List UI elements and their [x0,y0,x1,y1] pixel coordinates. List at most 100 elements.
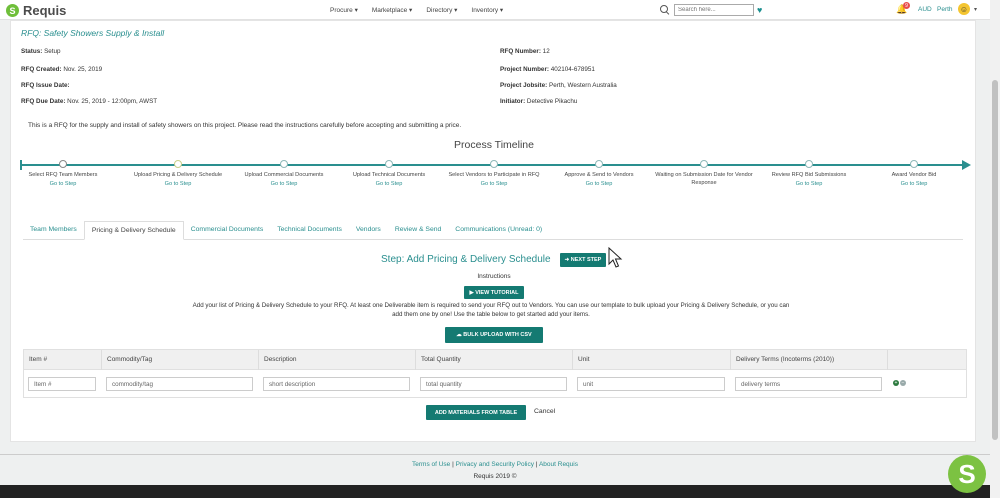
page-scrollbar[interactable] [990,0,1000,498]
go-to-step-link[interactable]: Go to Step [444,181,544,187]
footer-divider [0,454,990,455]
view-tutorial-button[interactable]: ▶ VIEW TUTORIAL [464,286,524,299]
timeline-step-pricing: Upload Pricing & Delivery Schedule Go to… [128,160,228,187]
privacy-link[interactable]: Privacy and Security Policy [456,461,534,468]
bottom-bar [0,485,990,498]
meta-label: RFQ Created: [21,66,62,73]
initiator: Initiator: Detective Pikachu [500,98,577,105]
col-description: Description [259,350,416,370]
search-icon[interactable] [660,5,670,15]
menu-procure[interactable]: Procure ▾ [330,6,358,14]
go-to-step-link[interactable]: Go to Step [549,181,649,187]
step-label: Waiting on Submission Date for Vendor Re… [655,172,753,186]
next-step-button[interactable]: ➜ NEXT STEP [560,253,606,267]
search-bar: ♥ [660,4,762,16]
unit-input[interactable] [577,377,725,391]
rfq-intro-text: This is a RFQ for the supply and install… [28,122,462,129]
rfq-created: RFQ Created: Nov. 25, 2019 [21,66,102,73]
row-actions: + − [893,380,906,386]
rfq-due-date: RFQ Due Date: Nov. 25, 2019 - 12:00pm, A… [21,98,157,105]
timeline-step-team: Select RFQ Team Members Go to Step [13,160,113,187]
step-label: Upload Technical Documents [352,172,426,178]
meta-value: 12 [540,48,550,55]
chevron-down-icon[interactable]: ▾ [974,6,977,13]
meta-label: Status: [21,48,43,55]
step-label: Select RFQ Team Members [28,172,98,178]
remove-row-icon[interactable]: − [900,380,906,386]
requis-logo[interactable]: S Requis [6,3,66,18]
currency-selector[interactable]: AUD [918,6,932,13]
meta-value: Nov. 25, 2019 - 12:00pm, AWST [65,98,158,105]
tab-communications[interactable]: Communications (Unread: 0) [448,221,549,240]
step-dot [280,160,288,168]
go-to-step-link[interactable]: Go to Step [864,181,964,187]
go-to-step-link[interactable]: Go to Step [759,181,859,187]
heart-icon[interactable]: ♥ [757,5,762,15]
project-number: Project Number: 402104-678951 [500,66,595,73]
commodity-tag-input[interactable] [106,377,253,391]
meta-value: Setup [42,48,61,55]
menu-directory[interactable]: Directory ▾ [426,6,457,14]
tab-review-send[interactable]: Review & Send [388,221,448,240]
add-row-icon[interactable]: + [893,380,899,386]
step-label: Upload Pricing & Delivery Schedule [133,172,223,178]
timeline-step-vendors: Select Vendors to Participate in RFQ Go … [444,160,544,187]
col-item-number: Item # [24,350,102,370]
go-to-step-link[interactable]: Go to Step [234,181,334,187]
go-to-step-link[interactable]: Go to Step [128,181,228,187]
about-link[interactable]: About Requis [539,461,578,468]
table-header: Item # Commodity/Tag Description Total Q… [24,350,966,370]
menu-marketplace[interactable]: Marketplace ▾ [372,6,412,14]
footer-links: Terms of Use | Privacy and Security Poli… [0,461,990,468]
search-input[interactable] [674,4,754,16]
step-description: Add your list of Pricing & Delivery Sche… [192,302,790,318]
go-to-step-link[interactable]: Go to Step [13,181,113,187]
rfq-status: Status: Setup [21,48,61,55]
col-commodity-tag: Commodity/Tag [102,350,259,370]
step-label: Upload Commercial Documents [244,172,324,178]
meta-label: Project Jobsite: [500,82,548,89]
avatar[interactable]: ☺ [958,3,970,15]
step-dot [595,160,603,168]
timeline-step-commercial: Upload Commercial Documents Go to Step [234,160,334,187]
tab-team-members[interactable]: Team Members [23,221,84,240]
go-to-step-link[interactable]: Go to Step [339,181,439,187]
tab-technical-documents[interactable]: Technical Documents [270,221,349,240]
step-dot [700,160,708,168]
instructions-label: Instructions [477,273,511,280]
meta-label: RFQ Number: [500,48,541,55]
rfq-tabs: Team Members Pricing & Delivery Schedule… [23,221,963,240]
timeline-step-technical: Upload Technical Documents Go to Step [339,160,439,187]
delivery-terms-input[interactable] [735,377,882,391]
description-input[interactable] [263,377,410,391]
rfq-issue-date: RFQ Issue Date: [21,82,70,89]
user-name[interactable]: Perth [937,6,953,13]
cancel-button[interactable]: Cancel [534,408,555,415]
main-menu: Procure ▾ Marketplace ▾ Directory ▾ Inve… [330,6,503,14]
meta-label: Initiator: [500,98,526,105]
step-dot [910,160,918,168]
menu-inventory[interactable]: Inventory ▾ [471,6,503,14]
mouse-cursor-icon [608,247,623,268]
terms-link[interactable]: Terms of Use [412,461,450,468]
col-unit: Unit [573,350,731,370]
scrollbar-thumb[interactable] [992,80,998,440]
step-heading: Step: Add Pricing & Delivery Schedule [381,254,551,265]
add-materials-button[interactable]: ADD MATERIALS FROM TABLE [426,405,526,420]
tab-commercial-documents[interactable]: Commercial Documents [184,221,271,240]
requis-badge-logo-icon: S [948,455,986,493]
requis-logo-icon: S [6,4,19,17]
timeline-step-review: Review RFQ Bid Submissions Go to Step [759,160,859,187]
rfq-title: RFQ: Safety Showers Supply & Install [21,28,165,38]
timeline-step-approve: Approve & Send to Vendors Go to Step [549,160,649,187]
bulk-upload-csv-button[interactable]: ☁ BULK UPLOAD WITH CSV [445,327,543,343]
app-name: Requis [23,3,67,18]
tab-pricing-delivery[interactable]: Pricing & Delivery Schedule [83,221,184,240]
col-delivery-terms: Delivery Terms (Incoterms (2010)) [731,350,888,370]
timeline-step-award: Award Vendor Bid Go to Step [864,160,964,187]
tab-vendors[interactable]: Vendors [349,221,388,240]
item-number-input[interactable] [28,377,96,391]
project-jobsite: Project Jobsite: Perth, Western Australi… [500,82,617,89]
total-quantity-input[interactable] [420,377,567,391]
top-navbar: S Requis Procure ▾ Marketplace ▾ Directo… [0,0,990,20]
